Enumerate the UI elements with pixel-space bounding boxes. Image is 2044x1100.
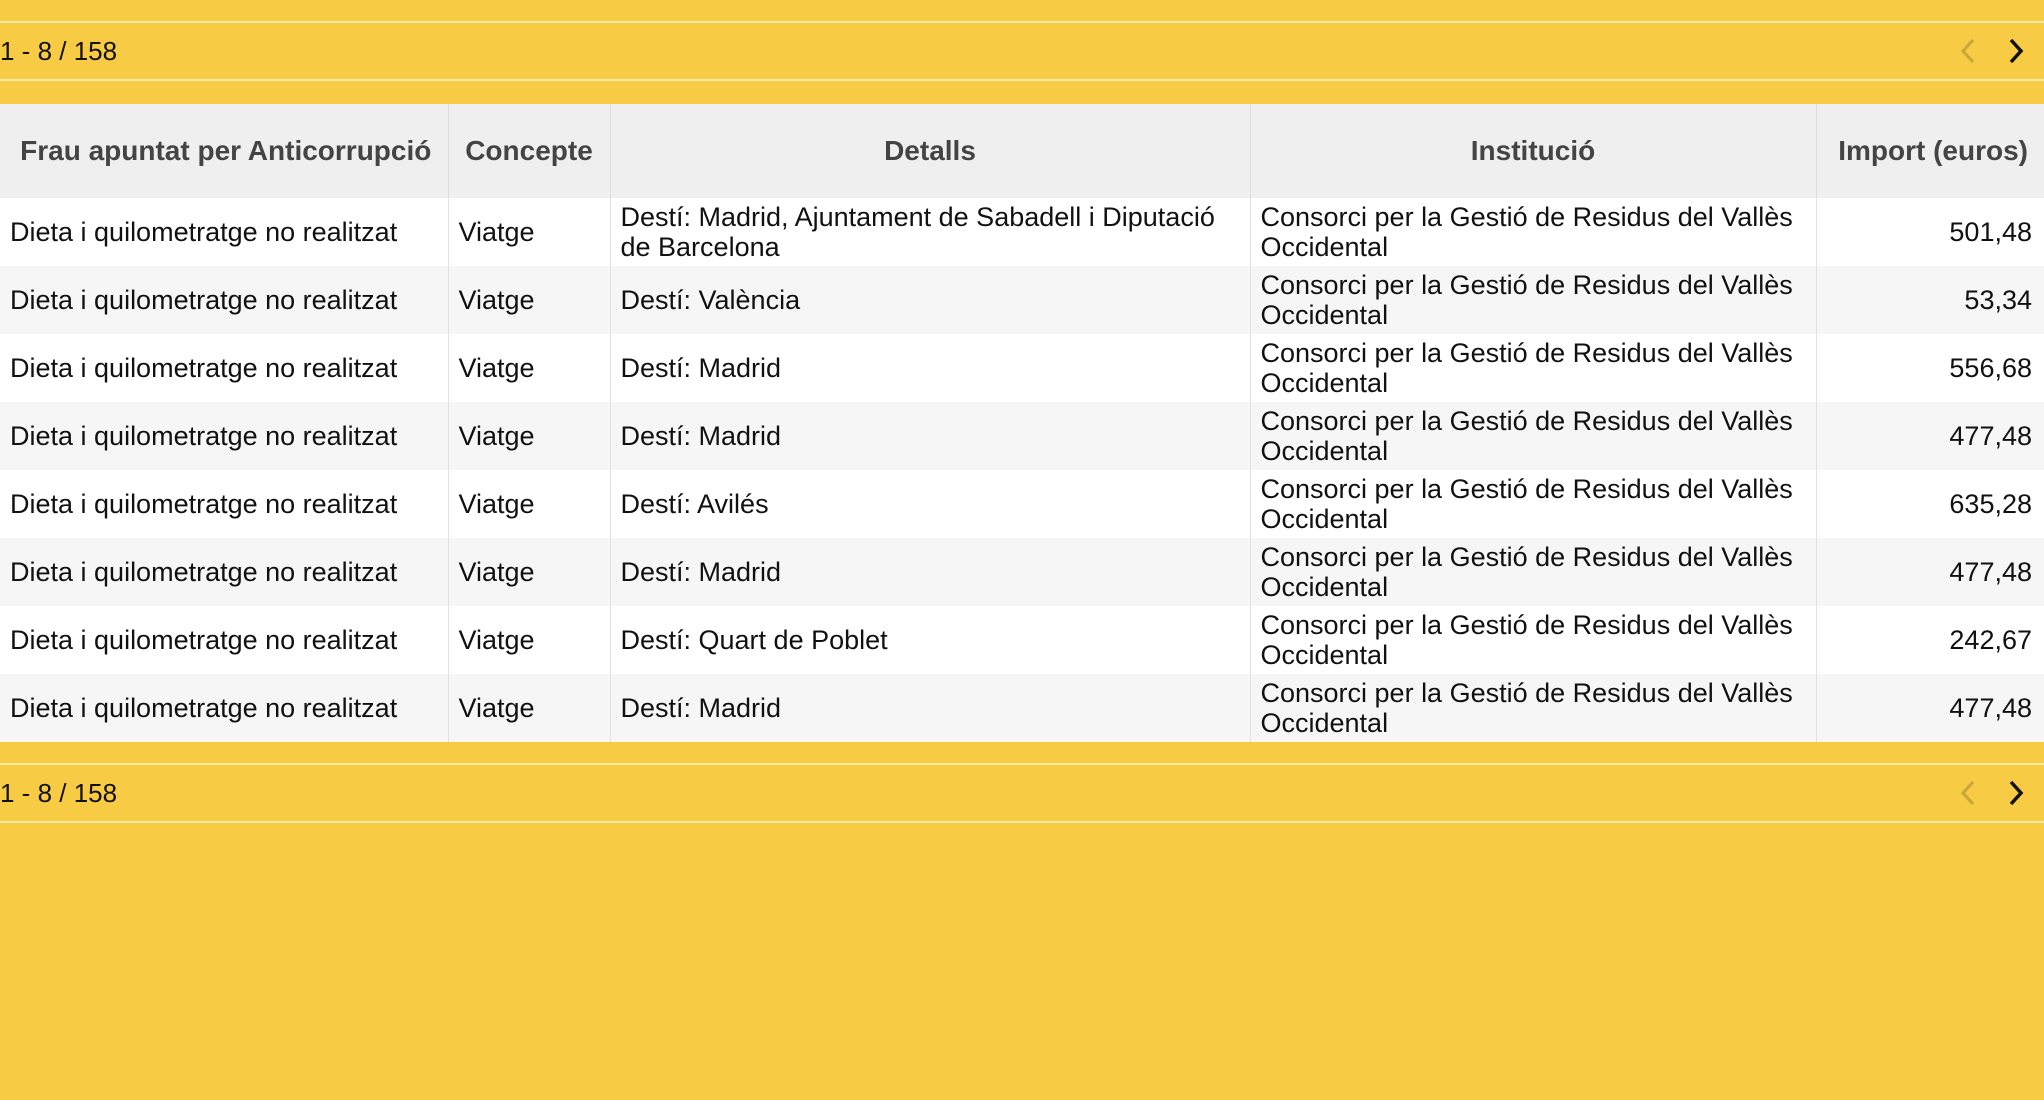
cell-concept: Viatge xyxy=(448,266,611,334)
cell-amount: 477,48 xyxy=(1816,402,2044,470)
table-row: Dieta i quilometratge no realitzat Viatg… xyxy=(0,606,2044,674)
pagination-range: 1 - 8 / 158 xyxy=(0,778,118,808)
next-page-button[interactable] xyxy=(1998,33,2034,69)
cell-concept: Viatge xyxy=(448,334,611,402)
cell-details: Destí: Quart de Poblet xyxy=(610,606,1251,674)
cell-amount: 477,48 xyxy=(1816,674,2044,742)
cell-fraud: Dieta i quilometratge no realitzat xyxy=(0,606,449,674)
chevron-right-icon xyxy=(2009,780,2024,806)
pagination-bar-bottom: 1 - 8 / 158 xyxy=(0,763,2044,823)
pagination-range: 1 - 8 / 158 xyxy=(0,36,118,66)
chevron-left-icon xyxy=(1960,38,1975,64)
column-header-fraud[interactable]: Frau apuntat per Anticorrupció xyxy=(0,104,449,198)
pagination-bar-top: 1 - 8 / 158 xyxy=(0,21,2044,81)
table-header-row: Frau apuntat per Anticorrupció Concepte … xyxy=(0,104,2044,198)
chevron-left-icon xyxy=(1960,780,1975,806)
cell-amount: 477,48 xyxy=(1816,538,2044,606)
cell-details: Destí: Avilés xyxy=(610,470,1251,538)
cell-details: Destí: Madrid, Ajuntament de Sabadell i … xyxy=(610,198,1251,266)
cell-institution: Consorci per la Gestió de Residus del Va… xyxy=(1250,334,1817,402)
table-row: Dieta i quilometratge no realitzat Viatg… xyxy=(0,334,2044,402)
cell-amount: 635,28 xyxy=(1816,470,2044,538)
cell-amount: 556,68 xyxy=(1816,334,2044,402)
table-row: Dieta i quilometratge no realitzat Viatg… xyxy=(0,402,2044,470)
cell-fraud: Dieta i quilometratge no realitzat xyxy=(0,538,449,606)
cell-fraud: Dieta i quilometratge no realitzat xyxy=(0,266,449,334)
fraud-table: Frau apuntat per Anticorrupció Concepte … xyxy=(0,104,2044,742)
column-header-details[interactable]: Detalls xyxy=(610,104,1251,198)
table-row: Dieta i quilometratge no realitzat Viatg… xyxy=(0,198,2044,266)
chevron-right-icon xyxy=(2009,38,2024,64)
cell-fraud: Dieta i quilometratge no realitzat xyxy=(0,198,449,266)
cell-institution: Consorci per la Gestió de Residus del Va… xyxy=(1250,402,1817,470)
cell-details: Destí: Madrid xyxy=(610,334,1251,402)
cell-amount: 53,34 xyxy=(1816,266,2044,334)
next-page-button[interactable] xyxy=(1998,775,2034,811)
cell-institution: Consorci per la Gestió de Residus del Va… xyxy=(1250,606,1817,674)
cell-concept: Viatge xyxy=(448,402,611,470)
cell-concept: Viatge xyxy=(448,470,611,538)
cell-fraud: Dieta i quilometratge no realitzat xyxy=(0,334,449,402)
previous-page-button[interactable] xyxy=(1950,775,1986,811)
cell-details: Destí: Madrid xyxy=(610,402,1251,470)
cell-institution: Consorci per la Gestió de Residus del Va… xyxy=(1250,674,1817,742)
table-row: Dieta i quilometratge no realitzat Viatg… xyxy=(0,470,2044,538)
cell-fraud: Dieta i quilometratge no realitzat xyxy=(0,470,449,538)
cell-institution: Consorci per la Gestió de Residus del Va… xyxy=(1250,470,1817,538)
column-header-amount[interactable]: Import (euros) xyxy=(1816,104,2044,198)
cell-details: Destí: Madrid xyxy=(610,674,1251,742)
cell-institution: Consorci per la Gestió de Residus del Va… xyxy=(1250,266,1817,334)
cell-institution: Consorci per la Gestió de Residus del Va… xyxy=(1250,538,1817,606)
cell-details: Destí: Madrid xyxy=(610,538,1251,606)
cell-concept: Viatge xyxy=(448,538,611,606)
cell-institution: Consorci per la Gestió de Residus del Va… xyxy=(1250,198,1817,266)
cell-concept: Viatge xyxy=(448,198,611,266)
cell-concept: Viatge xyxy=(448,674,611,742)
table-row: Dieta i quilometratge no realitzat Viatg… xyxy=(0,266,2044,334)
cell-fraud: Dieta i quilometratge no realitzat xyxy=(0,674,449,742)
column-header-institution[interactable]: Institució xyxy=(1250,104,1817,198)
cell-amount: 242,67 xyxy=(1816,606,2044,674)
cell-amount: 501,48 xyxy=(1816,198,2044,266)
cell-fraud: Dieta i quilometratge no realitzat xyxy=(0,402,449,470)
previous-page-button[interactable] xyxy=(1950,33,1986,69)
table-row: Dieta i quilometratge no realitzat Viatg… xyxy=(0,538,2044,606)
data-table-container: Frau apuntat per Anticorrupció Concepte … xyxy=(0,104,2044,742)
column-header-concept[interactable]: Concepte xyxy=(448,104,611,198)
table-row: Dieta i quilometratge no realitzat Viatg… xyxy=(0,674,2044,742)
cell-concept: Viatge xyxy=(448,606,611,674)
cell-details: Destí: València xyxy=(610,266,1251,334)
